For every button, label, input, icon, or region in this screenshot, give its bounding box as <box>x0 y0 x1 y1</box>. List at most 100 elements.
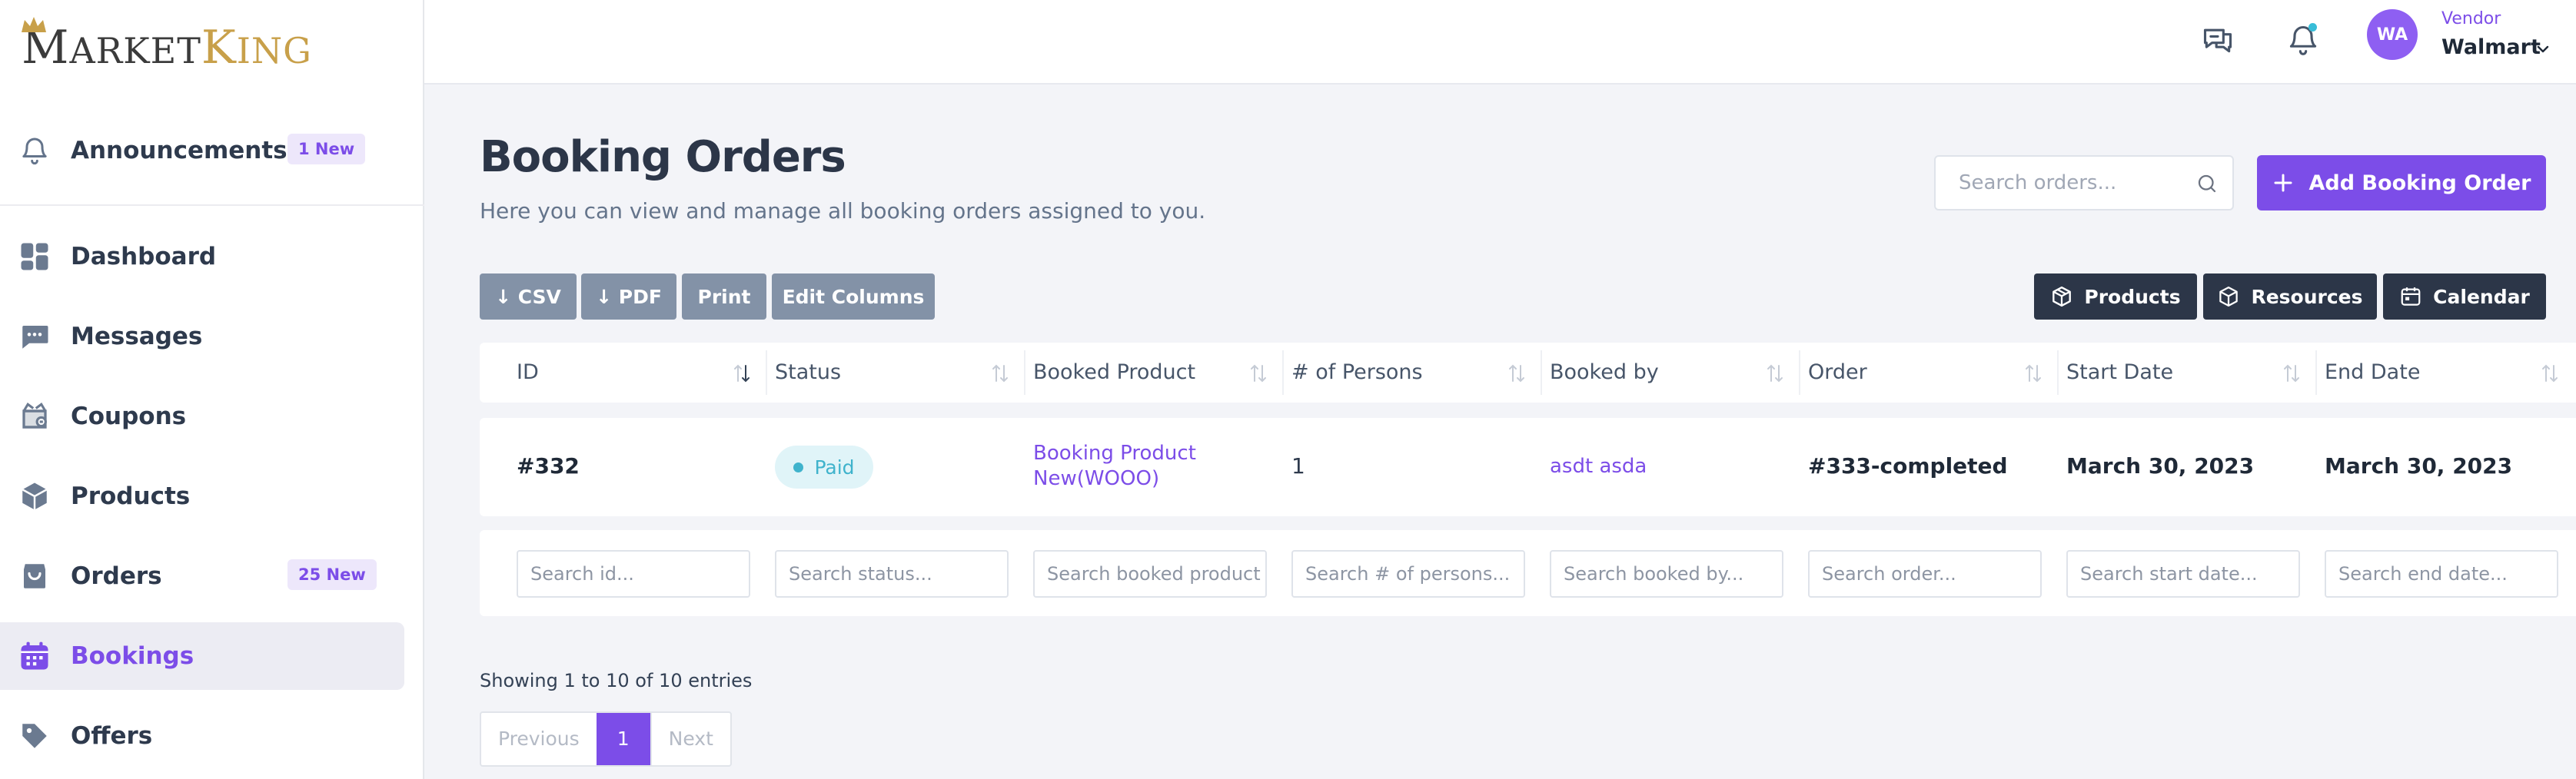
chat-button[interactable] <box>2196 18 2239 61</box>
filter-id-input[interactable] <box>517 550 750 598</box>
filter-booked-by-input[interactable] <box>1550 550 1783 598</box>
cell-order: #333-completed <box>1808 453 2008 479</box>
column-header-persons[interactable]: # of Persons <box>1291 343 1423 403</box>
sort-icon[interactable] <box>732 363 752 384</box>
print-button[interactable]: Print <box>682 273 766 320</box>
sort-icon[interactable] <box>2282 363 2302 384</box>
filter-persons-input[interactable] <box>1291 550 1525 598</box>
chat-icon <box>2203 28 2232 53</box>
avatar[interactable]: WA <box>2367 9 2418 60</box>
status-dot <box>793 462 804 472</box>
column-header-id[interactable]: ID <box>517 343 539 403</box>
column-separator <box>2315 350 2317 395</box>
search-orders-box <box>1934 155 2234 210</box>
plus-icon <box>2274 174 2292 192</box>
filter-start-date-input[interactable] <box>2066 550 2300 598</box>
sort-icon[interactable] <box>2540 363 2560 384</box>
sort-icon[interactable] <box>1248 363 1268 384</box>
sidebar-item-messages[interactable]: Messages <box>0 303 424 370</box>
column-header-order[interactable]: Order <box>1808 343 1867 403</box>
column-header-start-date[interactable]: Start Date <box>2066 343 2173 403</box>
filter-status-input[interactable] <box>775 550 1009 598</box>
sidebar-item-label: Products <box>71 482 191 510</box>
column-separator <box>1282 350 1284 395</box>
coupon-icon <box>17 399 52 434</box>
filter-order-input[interactable] <box>1808 550 2042 598</box>
column-separator <box>2057 350 2059 395</box>
notifications-button[interactable] <box>2282 18 2325 61</box>
chevron-down-icon[interactable] <box>2534 40 2552 58</box>
entries-info: Showing 1 to 10 of 10 entries <box>480 670 753 691</box>
sidebar-item-coupons[interactable]: Coupons <box>0 383 424 450</box>
table-filter-row <box>480 530 2576 616</box>
resources-button[interactable]: Resources <box>2203 273 2377 320</box>
pagination-next[interactable]: Next <box>650 713 730 765</box>
add-booking-order-button[interactable]: Add Booking Order <box>2257 155 2546 210</box>
calendar-icon <box>2401 287 2421 306</box>
sidebar-item-bookings[interactable]: Bookings <box>0 622 404 690</box>
messages-icon <box>17 319 52 354</box>
search-orders-input[interactable] <box>1936 157 2189 209</box>
crown-icon <box>22 17 46 32</box>
orders-badge: 25 New <box>288 559 377 590</box>
cell-persons: 1 <box>1291 453 1305 479</box>
brand-logo[interactable]: MARKETKING <box>22 17 312 71</box>
sidebar-item-label: Orders <box>71 562 162 590</box>
column-header-booked-by[interactable]: Booked by <box>1550 343 1659 403</box>
tag-icon <box>17 718 52 754</box>
bag-icon <box>17 559 52 594</box>
calendar-icon <box>17 638 52 674</box>
sort-icon[interactable] <box>990 363 1010 384</box>
table-row[interactable]: #332 Paid Booking Product New(WOOO) 1 as… <box>480 418 2576 516</box>
sidebar: MARKETKING Announcements 1 New Dashboard… <box>0 0 424 779</box>
vendor-role: Vendor <box>2441 9 2501 28</box>
add-booking-order-label: Add Booking Order <box>2308 171 2531 195</box>
sidebar-item-label: Announcements <box>71 137 288 164</box>
box-icon <box>17 479 52 514</box>
sidebar-divider <box>0 204 424 206</box>
cell-booked-by-link[interactable]: asdt asda <box>1550 455 1647 478</box>
export-csv-button[interactable]: ↓ CSV <box>480 273 577 320</box>
column-header-end-date[interactable]: End Date <box>2325 343 2420 403</box>
resources-button-label: Resources <box>2251 285 2363 308</box>
sidebar-item-label: Messages <box>71 323 203 350</box>
sidebar-item-offers[interactable]: Offers <box>0 702 424 770</box>
products-button[interactable]: Products <box>2034 273 2197 320</box>
table-header: ID Status Booked Product # of Persons Bo… <box>480 343 2576 403</box>
bell-icon <box>17 133 52 168</box>
page-subtitle: Here you can view and manage all booking… <box>480 198 1206 224</box>
export-pdf-button[interactable]: ↓ PDF <box>581 273 676 320</box>
booked-product-line2: New(WOOO) <box>1033 467 1160 490</box>
cell-start-date: March 30, 2023 <box>2066 453 2255 479</box>
vendor-name[interactable]: Walmart <box>2441 35 2541 59</box>
column-separator <box>1541 350 1542 395</box>
column-header-status[interactable]: Status <box>775 343 841 403</box>
status-badge: Paid <box>775 446 873 489</box>
dashboard-icon <box>17 239 52 274</box>
status-label: Paid <box>814 456 855 479</box>
sidebar-item-dashboard[interactable]: Dashboard <box>0 223 424 290</box>
booked-product-line1: Booking Product <box>1033 442 1196 465</box>
sidebar-item-orders[interactable]: Orders 25 New <box>0 542 424 610</box>
announcements-badge: 1 New <box>288 134 366 164</box>
pagination-previous[interactable]: Previous <box>481 713 597 765</box>
sidebar-item-label: Offers <box>71 722 153 750</box>
search-icon[interactable] <box>2195 172 2219 195</box>
column-header-booked-product[interactable]: Booked Product <box>1033 343 1195 403</box>
sort-icon[interactable] <box>1765 363 1785 384</box>
edit-columns-button[interactable]: Edit Columns <box>772 273 935 320</box>
filter-booked-product-input[interactable] <box>1033 550 1267 598</box>
filter-end-date-input[interactable] <box>2325 550 2558 598</box>
sidebar-item-label: Bookings <box>71 642 194 670</box>
top-bar <box>424 0 2576 85</box>
sort-icon[interactable] <box>2023 363 2043 384</box>
cell-booked-product-link[interactable]: Booking Product New(WOOO) <box>1033 441 1196 492</box>
sidebar-item-announcements[interactable]: Announcements 1 New <box>0 117 424 184</box>
sort-icon[interactable] <box>1507 363 1527 384</box>
brand-wordmark: MARKETKING <box>22 21 312 75</box>
pagination-page-1[interactable]: 1 <box>596 713 650 765</box>
calendar-button[interactable]: Calendar <box>2383 273 2546 320</box>
sidebar-item-label: Coupons <box>71 403 187 430</box>
calendar-button-label: Calendar <box>2433 285 2530 308</box>
sidebar-item-products[interactable]: Products <box>0 462 424 530</box>
